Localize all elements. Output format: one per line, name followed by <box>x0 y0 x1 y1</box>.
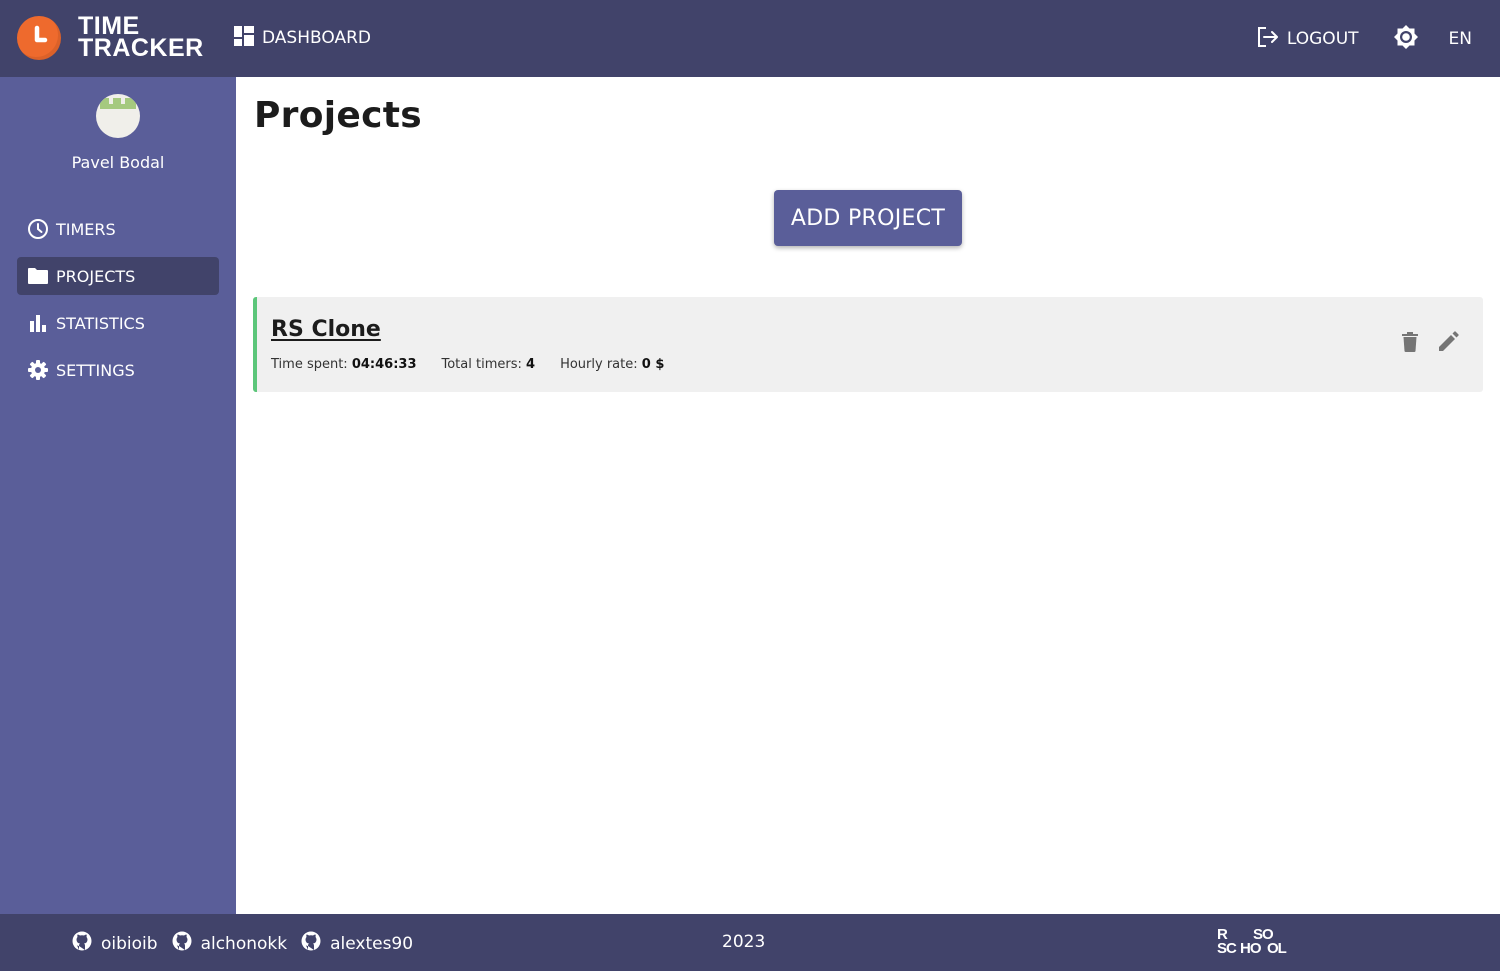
sidebar-menu: TIMERS PROJECTS STATISTICS SETTINGS <box>17 210 219 398</box>
sidebar-item-statistics[interactable]: STATISTICS <box>17 304 219 342</box>
project-meta: Time spent: 04:46:33 Total timers: 4 Hou… <box>271 357 664 372</box>
sidebar-item-label: PROJECTS <box>56 266 136 286</box>
logout-button[interactable]: LOGOUT <box>1257 26 1359 53</box>
github-icon <box>172 931 192 956</box>
project-name-link[interactable]: RS Clone <box>271 317 381 342</box>
author-name: alextes90 <box>330 933 414 954</box>
author-link[interactable]: alextes90 <box>301 931 413 956</box>
folder-icon <box>27 265 49 287</box>
author-name: alchonokk <box>200 933 288 954</box>
sidebar-item-label: TIMERS <box>56 219 116 239</box>
avatar[interactable] <box>96 94 140 138</box>
copyright-year: 2023 <box>722 932 766 952</box>
time-spent-value: 04:46:33 <box>351 357 417 372</box>
github-icon <box>301 931 321 956</box>
language-selector[interactable]: EN <box>1449 29 1472 49</box>
logout-icon <box>1257 26 1279 53</box>
gear-icon <box>27 359 49 381</box>
rs-logo-glyph: HO <box>1240 940 1261 957</box>
sidebar-item-label: STATISTICS <box>56 313 145 333</box>
author-link[interactable]: alchonokk <box>172 931 288 956</box>
main-content: Projects ADD PROJECT RS Clone Time spent… <box>236 77 1500 914</box>
avatar-notch <box>121 98 125 104</box>
add-project-button[interactable]: ADD PROJECT <box>774 190 962 246</box>
delete-icon[interactable] <box>1401 331 1419 357</box>
total-timers-value: 4 <box>526 357 536 372</box>
total-timers-label: Total timers: <box>441 357 522 372</box>
sidebar-item-projects[interactable]: PROJECTS <box>17 257 219 295</box>
hourly-rate-value: 0 $ <box>641 357 665 372</box>
rs-school-logo[interactable]: R SO SC HO OL <box>1216 927 1292 958</box>
dashboard-label: DASHBOARD <box>262 28 371 48</box>
total-timers: Total timers: 4 <box>442 357 536 372</box>
top-app-bar: TIME TRACKER DASHBOARD LOGOUT EN <box>0 0 1500 77</box>
edit-icon[interactable] <box>1437 331 1459 357</box>
clock-logo-icon[interactable] <box>17 16 61 60</box>
footer: oibioib alchonokk alextes90 2023 R SO SC… <box>0 914 1500 971</box>
project-actions <box>1401 331 1459 357</box>
dashboard-link[interactable]: DASHBOARD <box>234 25 371 51</box>
brightness-icon <box>1393 24 1419 55</box>
project-card: RS Clone Time spent: 04:46:33 Total time… <box>253 297 1483 392</box>
clock-icon <box>27 218 49 240</box>
time-spent-label: Time spent: <box>271 357 348 372</box>
sidebar-item-timers[interactable]: TIMERS <box>17 210 219 248</box>
hourly-rate-label: Hourly rate: <box>560 357 638 372</box>
page-title: Projects <box>254 95 423 136</box>
logout-label: LOGOUT <box>1286 29 1359 49</box>
author-link[interactable]: oibioib <box>72 931 158 956</box>
user-name: Pavel Bodal <box>71 153 165 172</box>
time-spent: Time spent: 04:46:33 <box>271 357 417 372</box>
sidebar-item-label: SETTINGS <box>56 360 135 380</box>
dashboard-icon <box>234 25 254 51</box>
theme-toggle-button[interactable] <box>1393 24 1419 55</box>
sidebar: Pavel Bodal TIMERS PROJECTS STATISTICS S… <box>0 77 236 914</box>
author-links: oibioib alchonokk alextes90 <box>72 931 413 956</box>
logo-line-2: TRACKER <box>78 34 204 62</box>
hourly-rate: Hourly rate: 0 $ <box>560 357 664 372</box>
avatar-notch <box>109 98 113 104</box>
sidebar-item-settings[interactable]: SETTINGS <box>17 351 219 389</box>
header-actions: LOGOUT EN <box>1257 22 1472 56</box>
avatar-pattern <box>100 98 136 109</box>
bar-chart-icon <box>27 312 49 334</box>
author-name: oibioib <box>101 933 158 954</box>
rs-logo-glyph: OL <box>1267 940 1287 957</box>
app-logo-text[interactable]: TIME TRACKER <box>78 14 204 62</box>
github-icon <box>72 931 92 956</box>
rs-logo-glyph: SC <box>1217 940 1237 957</box>
